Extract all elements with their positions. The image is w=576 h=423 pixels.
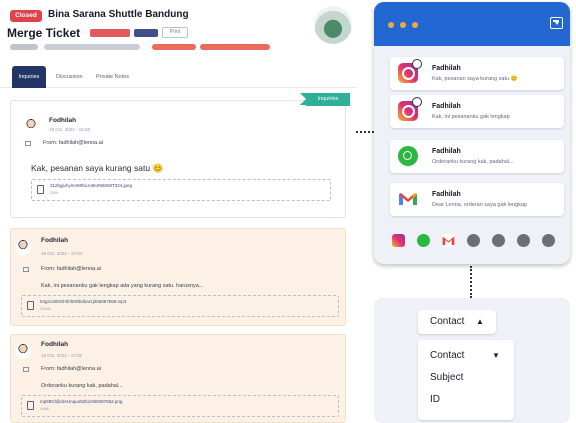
- gmail-icon[interactable]: [442, 234, 455, 247]
- window-dot: [388, 22, 394, 28]
- placeholder-bar: [152, 44, 196, 50]
- contact-name: Fadhilah: [432, 191, 461, 198]
- avatar: [15, 343, 31, 359]
- message-preview: Dear Lenna, orderan saya gak lengkap: [432, 202, 528, 208]
- message-body: Orderanku kurang kak, padahal...: [41, 383, 123, 389]
- telegram-icon[interactable]: [467, 234, 480, 247]
- placeholder-bar: [44, 44, 140, 50]
- message-preview: Kak, pesanan saya kurang satu 😊: [432, 76, 518, 82]
- message-card: Fodhilah 18 Oct, 2022 - 17:04 From: fadh…: [10, 228, 346, 326]
- option-contact[interactable]: Contact: [430, 350, 464, 361]
- attachment[interactable]: mp59Gl@dreUnquo92hi1066087552.png 44Mb: [21, 395, 339, 417]
- tab-bar: Inquiries Discussion Private Notes: [0, 66, 356, 88]
- company-name: Bina Sarana Shuttle Bandung: [48, 9, 189, 20]
- conversation-item[interactable]: Fadhilah Kak, pesanan saya kurang satu 😊: [390, 57, 564, 90]
- message-date: 18 Oct, 2022 - 17:02: [41, 353, 83, 358]
- chevron-down-icon: ▼: [492, 351, 500, 360]
- placeholder-bar: [10, 44, 38, 50]
- attachment-size: 44Mb: [40, 407, 49, 411]
- message-card: Fodhilah 18 Oct, 2022 - 16:33 From: fadh…: [10, 100, 346, 218]
- connector-line: [356, 131, 374, 133]
- print-button[interactable]: Print: [162, 27, 188, 38]
- ticket-header: Closed Bina Sarana Shuttle Bandung Merge…: [0, 0, 356, 60]
- messenger-badge-icon: [412, 97, 422, 107]
- window-dot: [412, 22, 418, 28]
- attachment-name: 312bgjuhymn98hiLm9ert66608T324.jpeg: [50, 183, 133, 188]
- option-subject[interactable]: Subject: [430, 372, 463, 383]
- contact-name: Fadhilah: [432, 148, 461, 155]
- tab-inquiries[interactable]: Inquiries: [12, 66, 46, 88]
- whatsapp-icon[interactable]: [417, 234, 430, 247]
- avatar: [23, 118, 39, 134]
- twitter-icon[interactable]: [542, 234, 555, 247]
- message-preview: Kak, ini pesananku gak lengkap: [432, 114, 510, 120]
- attachment-name: mp59Gl@dreUnquo92hi1066087552.png: [40, 399, 123, 404]
- inbox-header: [374, 2, 570, 46]
- file-icon: [37, 185, 44, 194]
- email-icon: [25, 141, 31, 146]
- avatar: [15, 239, 31, 255]
- attachment-size: 234Mb: [40, 307, 51, 311]
- contact-dropdown-label: Contact: [430, 316, 465, 327]
- attachment[interactable]: 54gs1300GhhhhNhbrikar1j066087558.mp3 234…: [21, 295, 339, 317]
- tag-pill: [134, 29, 158, 37]
- file-icon: [27, 401, 34, 410]
- window-dot: [400, 22, 406, 28]
- status-badge: Closed: [10, 10, 42, 22]
- contact-name: Fadhilah: [432, 65, 461, 72]
- sender-email: From: fadhilah@lenna.ai: [41, 266, 102, 272]
- attachment-size: 23Kb: [50, 191, 59, 195]
- inquiries-tag: Inquiries: [300, 93, 350, 106]
- page-title: Merge Ticket: [7, 26, 81, 40]
- sender-name: Fodhilah: [41, 237, 69, 244]
- tab-private-notes[interactable]: Private Notes: [96, 66, 140, 88]
- placeholder-bar: [200, 44, 270, 50]
- conversation-item[interactable]: Fadhilah Dear Lenna, orderan saya gak le…: [390, 183, 564, 216]
- sender-name: Fodhilah: [41, 341, 69, 348]
- ticket-panel: Closed Bina Sarana Shuttle Bandung Merge…: [0, 0, 356, 423]
- sender-email: From: fadhilah@lenna.ai: [41, 366, 102, 372]
- email-icon: [23, 367, 29, 372]
- sender-email: From: fadhilah@lenna.ai: [43, 140, 104, 146]
- contact-name: Fadhilah: [432, 103, 461, 110]
- message-date: 18 Oct, 2022 - 16:33: [49, 127, 91, 132]
- attachment[interactable]: 312bgjuhymn98hiLm9ert66608T324.jpeg 23Kb: [31, 179, 331, 201]
- inbox-download-icon[interactable]: [550, 17, 563, 29]
- chat-icon[interactable]: [517, 234, 530, 247]
- message-preview: Orderanku kurang kak, padahal...: [432, 159, 514, 165]
- company-logo: [314, 6, 352, 44]
- sender-name: Fodhilah: [49, 117, 77, 124]
- file-icon: [27, 301, 34, 310]
- conversation-item[interactable]: Fadhilah Orderanku kurang kak, padahal..…: [390, 140, 564, 173]
- contact-panel: Contact ▲ Contact ▼ Subject ID: [374, 298, 570, 423]
- contact-options-list: Contact ▼ Subject ID: [418, 340, 514, 420]
- attachment-name: 54gs1300GhhhhNhbrikar1j066087558.mp3: [40, 299, 127, 304]
- message-body: Kak, pesanan saya kurang satu 😊: [31, 163, 164, 173]
- tab-discussion[interactable]: Discussion: [56, 66, 90, 88]
- contact-dropdown-button[interactable]: Contact ▲: [418, 310, 496, 334]
- whatsapp-icon: [398, 146, 418, 166]
- chevron-up-icon: ▲: [476, 317, 484, 326]
- messenger-badge-icon: [412, 59, 422, 69]
- email-icon: [23, 267, 29, 272]
- messenger-icon[interactable]: [492, 234, 505, 247]
- message-date: 18 Oct, 2022 - 17:04: [41, 251, 83, 256]
- message-body: Kak, ini pesananku gak lengkap ada yang …: [41, 283, 204, 289]
- message-card: Fodhilah 18 Oct, 2022 - 17:02 From: fadh…: [10, 334, 346, 423]
- inbox-card: Fadhilah Kak, pesanan saya kurang satu 😊…: [374, 2, 570, 264]
- gmail-icon: [398, 189, 418, 209]
- tag-pill: [90, 29, 130, 37]
- conversation-item[interactable]: Fadhilah Kak, ini pesananku gak lengkap: [390, 95, 564, 128]
- connector-line: [470, 266, 472, 298]
- instagram-icon[interactable]: [392, 234, 405, 247]
- option-id[interactable]: ID: [430, 394, 440, 405]
